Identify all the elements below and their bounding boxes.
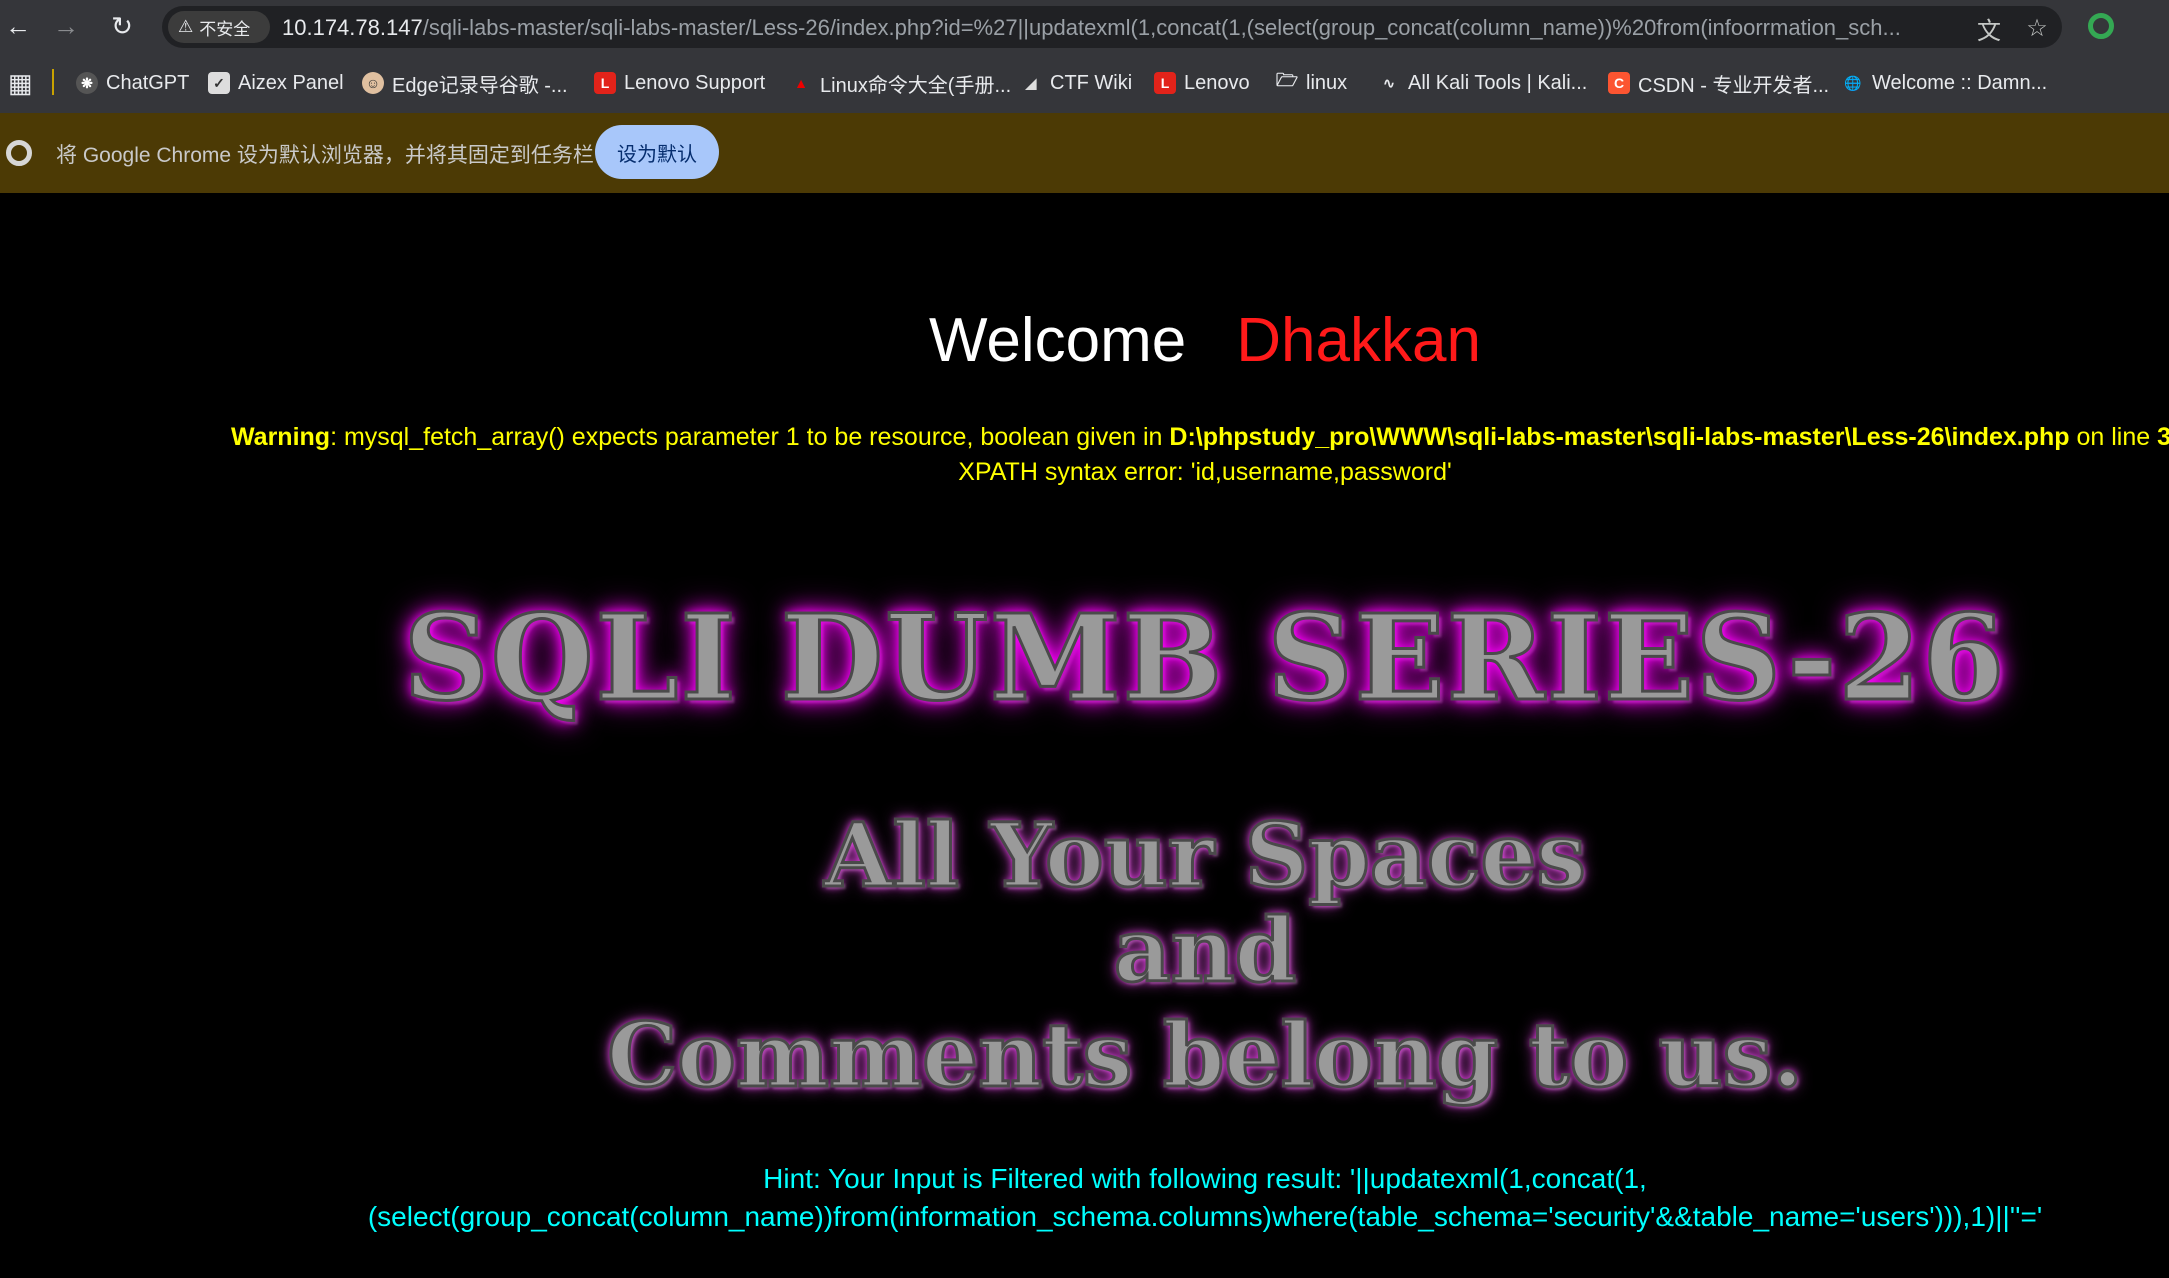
reload-icon[interactable]: ↻ — [104, 8, 140, 44]
warning-line-text: on line — [2069, 423, 2158, 451]
bookmark-label: Linux命令大全(手册... — [820, 74, 1012, 97]
bookmark-label: Edge记录导谷歌 -... — [392, 74, 568, 97]
bookmarks-bar: ▦ ❋ ChatGPT ✓ Aizex Panel ☺ Edge记录导谷歌 -.… — [0, 53, 2169, 114]
banner-title: SQLI DUMB SERIES-26 — [402, 587, 2007, 729]
lenovo-icon: L — [1154, 72, 1176, 94]
csdn-icon: C — [1608, 72, 1630, 94]
avatar-icon: ☺ — [362, 72, 384, 94]
bookmark-label: linux — [1306, 71, 1348, 94]
bookmark-label: CSDN - 专业开发者... — [1638, 74, 1830, 97]
chatgpt-icon: ❋ — [76, 72, 98, 94]
warning-message: : mysql_fetch_array() expects parameter … — [330, 423, 1170, 451]
bookmark-lenovo[interactable]: L Lenovo — [1154, 69, 1250, 97]
bookmark-star-icon[interactable]: ☆ — [2022, 13, 2052, 43]
bookmark-linux-commands[interactable]: ▲ Linux命令大全(手册... — [790, 69, 1011, 97]
page-content: Welcome Dhakkan Warning: mysql_fetch_arra… — [0, 193, 2169, 1278]
bookmark-edge[interactable]: ☺ Edge记录导谷歌 -... — [362, 69, 568, 97]
bookmark-lenovo-support[interactable]: L Lenovo Support — [594, 69, 765, 97]
welcome-heading: Welcome Dhakkan — [0, 305, 2169, 376]
extension-icon[interactable] — [2088, 13, 2114, 39]
bookmark-ctf-wiki[interactable]: ◢ CTF Wiki — [1020, 69, 1133, 97]
default-browser-infobar: 将 Google Chrome 设为默认浏览器，并将其固定到任务栏 设为默认 — [0, 113, 2169, 193]
browser-toolbar: ← → ↻ ⚠ 不安全 10.174.78.147/sqli-labs-mast… — [0, 0, 2169, 53]
bookmark-label: CTF Wiki — [1050, 71, 1133, 94]
bookmark-label: Aizex Panel — [238, 71, 344, 94]
welcome-text: Welcome — [929, 306, 1187, 375]
bookmark-label: ChatGPT — [106, 71, 190, 94]
bookmark-chatgpt[interactable]: ❋ ChatGPT — [76, 69, 189, 97]
url-text[interactable]: 10.174.78.147/sqli-labs-master/sqli-labs… — [282, 15, 1922, 41]
bookmark-dvwa[interactable]: 🌐 Welcome :: Damn... — [1842, 69, 2047, 97]
lenovo-icon: L — [594, 72, 616, 94]
chrome-logo-icon — [6, 140, 32, 166]
bookmark-folder-linux[interactable]: 🗁 linux — [1276, 69, 1347, 97]
hint-line-1: Hint: Your Input is Filtered with follow… — [763, 1163, 1647, 1194]
welcome-name: Dhakkan — [1236, 306, 1481, 375]
banner-line-3: Comments belong to us. — [606, 1002, 1805, 1109]
bookmark-label: Lenovo — [1184, 71, 1250, 94]
php-warning: Warning: mysql_fetch_array() expects par… — [231, 423, 2169, 452]
forward-icon[interactable]: → — [48, 8, 84, 44]
bookmark-label: Lenovo Support — [624, 71, 766, 94]
folder-icon: 🗁 — [1275, 70, 1299, 90]
banner-line-1: All Your Spaces — [823, 802, 1588, 909]
warning-triangle-icon: ⚠ — [178, 17, 194, 36]
bookmark-aizex[interactable]: ✓ Aizex Panel — [208, 69, 344, 97]
security-label: 不安全 — [199, 19, 251, 39]
bookmark-csdn[interactable]: C CSDN - 专业开发者... — [1608, 69, 1829, 97]
warning-line-number: 3 — [2157, 423, 2169, 451]
ctfwiki-icon: ◢ — [1025, 74, 1037, 91]
url-path: /sqli-labs-master/sqli-labs-master/Less-… — [422, 15, 1901, 40]
banner-line-2: and — [1112, 897, 1298, 1004]
apps-grid-icon[interactable]: ▦ — [8, 68, 33, 98]
bookmarks-divider — [52, 69, 54, 95]
xpath-error: XPATH syntax error: 'id,username,passwor… — [958, 458, 1452, 486]
url-host: 10.174.78.147 — [282, 15, 423, 40]
set-default-button[interactable]: 设为默认 — [595, 125, 719, 179]
bookmark-label: All Kali Tools | Kali... — [1408, 71, 1588, 94]
warning-file-path: D:\phpstudy_pro\WWW\sqli-labs-master\sql… — [1169, 423, 2070, 451]
globe-icon: 🌐 — [1844, 74, 1862, 91]
kali-icon: ∿ — [1383, 74, 1395, 91]
security-chip[interactable]: ⚠ 不安全 — [168, 11, 270, 43]
aizex-icon: ✓ — [208, 72, 230, 94]
back-icon[interactable]: ← — [0, 8, 36, 44]
infobar-text: 将 Google Chrome 设为默认浏览器，并将其固定到任务栏 — [56, 144, 594, 167]
bookmark-label: Welcome :: Damn... — [1872, 71, 2048, 94]
address-bar[interactable]: ⚠ 不安全 10.174.78.147/sqli-labs-master/sql… — [162, 6, 2062, 48]
translate-icon[interactable]: 文 — [1974, 13, 2004, 45]
bookmark-kali-tools[interactable]: ∿ All Kali Tools | Kali... — [1378, 69, 1587, 97]
redhat-icon: ▲ — [794, 75, 808, 91]
warning-label: Warning — [231, 423, 331, 451]
hint-line-2: (select(group_concat(column_name))from(i… — [367, 1201, 2043, 1232]
